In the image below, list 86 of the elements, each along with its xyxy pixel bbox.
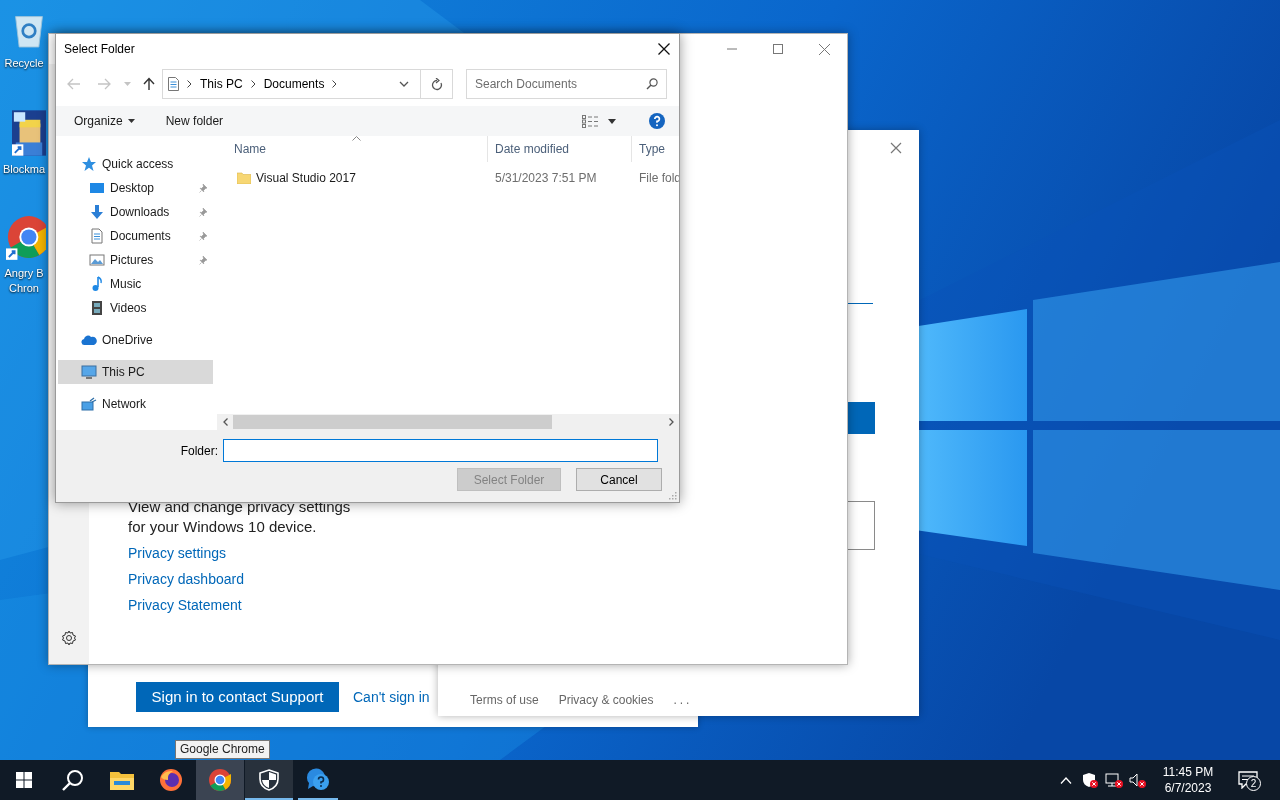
search-field[interactable]: Search Documents xyxy=(466,69,667,99)
folder-icon xyxy=(110,770,134,790)
privacy-link[interactable]: Privacy dashboard xyxy=(128,569,244,589)
nav-item[interactable]: Pictures xyxy=(58,248,213,272)
chevron-down-icon[interactable] xyxy=(399,81,409,87)
settings-icon[interactable] xyxy=(61,630,77,646)
nav-item[interactable]: OneDrive xyxy=(58,328,213,352)
table-cell-text: Visual Studio 2017 xyxy=(256,170,356,187)
close-icon[interactable] xyxy=(658,43,670,55)
game-icon xyxy=(12,110,46,156)
shield-icon[interactable] xyxy=(1082,772,1098,788)
notification-count: 2 xyxy=(1246,776,1261,791)
column-header[interactable]: Name xyxy=(217,136,487,162)
notifications-icon[interactable] xyxy=(1238,771,1258,789)
scroll-left-icon[interactable] xyxy=(222,418,228,426)
breadcrumb-item[interactable]: This PC xyxy=(200,75,243,93)
desktop-icon-label: Recycle xyxy=(4,56,44,71)
star-icon xyxy=(81,156,97,172)
search-icon xyxy=(62,769,84,791)
address-bar[interactable]: This PC Documents xyxy=(162,69,453,99)
cancel-button[interactable]: Cancel xyxy=(576,468,662,491)
dialog-title: Select Folder xyxy=(64,41,135,58)
browser-icon xyxy=(6,214,46,260)
computer-icon xyxy=(81,364,97,380)
table-cell-text: 5/31/2023 7:51 PM xyxy=(495,170,597,187)
description-text: for your Windows 10 device. xyxy=(128,517,318,537)
nav-item[interactable]: Network xyxy=(58,392,213,416)
clock[interactable]: 11:45 PM 6/7/2023 xyxy=(1156,764,1220,796)
maximize-icon[interactable] xyxy=(773,44,783,54)
privacy-link[interactable]: Privacy settings xyxy=(128,543,227,563)
details-view-icon[interactable] xyxy=(582,114,599,128)
network-icon xyxy=(81,396,97,412)
column-header[interactable]: Type xyxy=(631,136,679,162)
shield-icon xyxy=(259,769,279,791)
network-icon[interactable] xyxy=(1105,772,1123,788)
browser-icon xyxy=(159,768,183,792)
desktop-icon-label: Angry B xyxy=(4,266,44,281)
scroll-right-icon[interactable] xyxy=(668,418,674,426)
browser-icon xyxy=(208,768,232,792)
footer-link[interactable]: Privacy & cookies xyxy=(558,691,654,709)
chevron-up-icon[interactable] xyxy=(1060,776,1072,784)
folder-label: Folder: xyxy=(179,442,219,460)
organize-button[interactable]: Organize xyxy=(74,112,135,130)
horizontal-scrollbar[interactable] xyxy=(217,414,679,430)
column-header[interactable]: Date modified xyxy=(487,136,631,162)
resize-grip-icon xyxy=(669,492,677,500)
search-icon xyxy=(646,78,658,90)
windows-logo-icon xyxy=(16,772,32,788)
security-button[interactable] xyxy=(245,760,293,800)
up-arrow-icon[interactable] xyxy=(143,77,155,91)
desktop-icon-label: Blockma xyxy=(2,162,46,177)
desktop-icon xyxy=(89,180,105,196)
nav-item[interactable]: Documents xyxy=(58,224,213,248)
help-icon xyxy=(305,768,331,792)
refresh-icon[interactable] xyxy=(430,77,443,91)
folder-icon xyxy=(237,172,251,184)
privacy-link[interactable]: Privacy Statement xyxy=(128,595,242,615)
nav-item[interactable]: Videos xyxy=(58,296,213,320)
caret-down-icon xyxy=(127,119,135,123)
cant-sign-in-link[interactable]: Can't sign in xyxy=(353,682,430,712)
nav-item[interactable]: Desktop xyxy=(58,176,213,200)
caret-down-icon[interactable] xyxy=(608,118,616,124)
breadcrumb-item[interactable]: Documents xyxy=(263,75,325,93)
nav-item[interactable]: This PC xyxy=(58,360,213,384)
film-icon xyxy=(89,300,105,316)
chevron-right-icon xyxy=(187,80,192,88)
volume-icon[interactable] xyxy=(1129,772,1147,788)
nav-item[interactable]: Quick access xyxy=(58,152,213,176)
document-icon xyxy=(168,77,179,91)
browser-button[interactable] xyxy=(196,760,244,800)
scrollbar-thumb[interactable] xyxy=(233,415,552,429)
nav-item[interactable]: Music xyxy=(58,272,213,296)
tooltip: Google Chrome xyxy=(175,740,270,759)
sign-in-button[interactable]: Sign in to contact Support xyxy=(136,682,339,712)
new-folder-button[interactable]: New folder xyxy=(165,112,224,130)
help-icon[interactable] xyxy=(649,113,665,129)
picture-icon xyxy=(89,252,105,268)
document-icon xyxy=(89,228,105,244)
desktop-icon-label: Chron xyxy=(9,281,39,296)
footer-link[interactable]: Terms of use xyxy=(470,691,539,709)
chevron-right-icon xyxy=(250,80,256,88)
download-icon xyxy=(89,204,105,220)
nav-item[interactable]: Downloads xyxy=(58,200,213,224)
chevron-right-icon xyxy=(332,80,338,88)
folder-field[interactable] xyxy=(223,439,658,462)
more-button[interactable]: ... xyxy=(673,691,693,709)
